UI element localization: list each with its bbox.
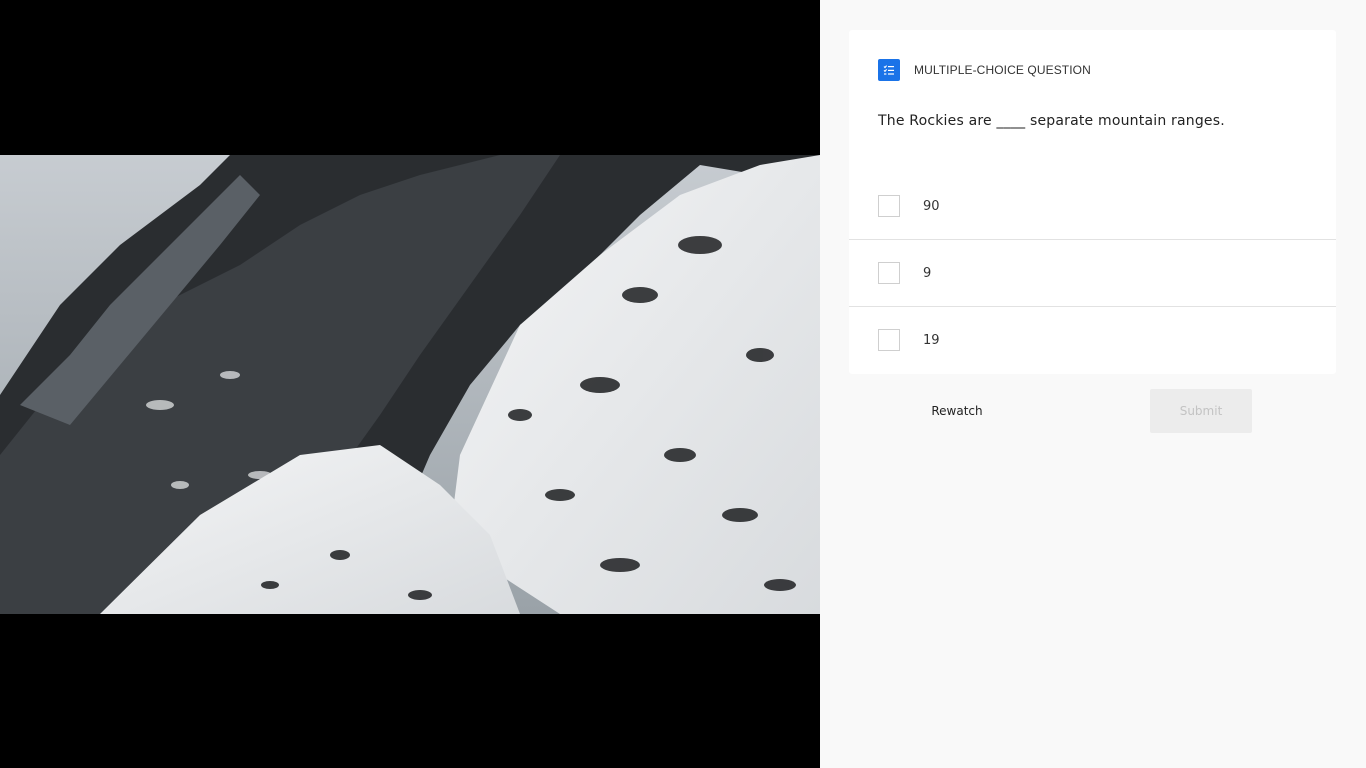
quiz-app: MULTIPLE-CHOICE QUESTION The Rockies are…: [0, 0, 1366, 768]
option-checkbox[interactable]: [878, 195, 900, 217]
question-card: MULTIPLE-CHOICE QUESTION The Rockies are…: [849, 30, 1336, 374]
video-player[interactable]: [0, 0, 820, 768]
question-type-label: MULTIPLE-CHOICE QUESTION: [914, 63, 1091, 77]
option-checkbox[interactable]: [878, 262, 900, 284]
option-label: 90: [923, 198, 940, 214]
rewatch-button[interactable]: Rewatch: [916, 389, 998, 433]
answer-option[interactable]: 19: [849, 307, 1336, 373]
video-frame[interactable]: [0, 155, 820, 614]
answer-option[interactable]: 9: [849, 240, 1336, 307]
quiz-panel: MULTIPLE-CHOICE QUESTION The Rockies are…: [820, 0, 1366, 768]
submit-button[interactable]: Submit: [1150, 389, 1252, 433]
answer-option[interactable]: 90: [849, 173, 1336, 240]
quiz-actions: Rewatch Submit: [820, 389, 1366, 433]
option-label: 9: [923, 265, 932, 281]
checklist-icon: [878, 59, 900, 81]
card-header: MULTIPLE-CHOICE QUESTION: [878, 59, 1091, 81]
video-snowy-mountain-image: [0, 155, 820, 614]
option-label: 19: [923, 332, 940, 348]
question-text: The Rockies are ____ separate mountain r…: [878, 113, 1225, 129]
option-checkbox[interactable]: [878, 329, 900, 351]
